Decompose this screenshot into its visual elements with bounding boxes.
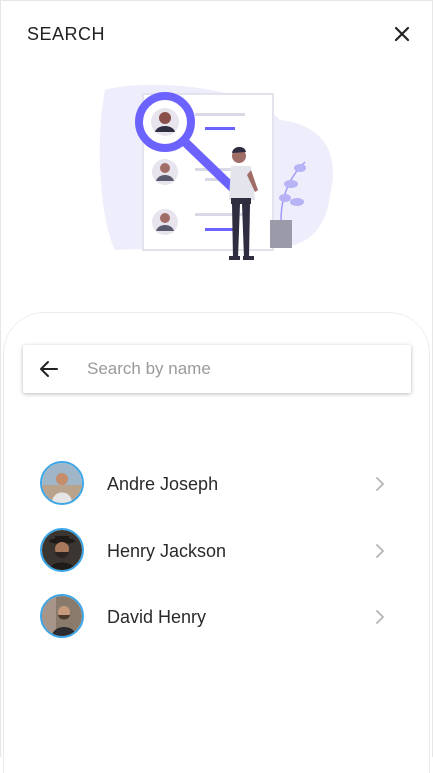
close-icon[interactable] (390, 22, 414, 46)
avatar (40, 594, 84, 638)
search-bar (23, 345, 411, 393)
arrow-left-icon[interactable] (37, 357, 61, 381)
avatar (40, 461, 84, 505)
chevron-right-icon (372, 475, 388, 493)
page-title: SEARCH (27, 24, 106, 44)
chevron-right-icon (372, 542, 388, 560)
search-illustration (95, 80, 340, 270)
search-input[interactable] (87, 355, 387, 383)
person-name: Henry Jackson (107, 541, 227, 561)
avatar (40, 528, 84, 572)
list-item[interactable]: Andre Joseph (30, 455, 400, 513)
header: SEARCH (0, 0, 433, 70)
list-item[interactable]: Henry Jackson (30, 522, 400, 580)
person-name: David Henry (107, 607, 207, 627)
person-name: Andre Joseph (107, 474, 219, 494)
list-item[interactable]: David Henry (30, 588, 400, 646)
chevron-right-icon (372, 608, 388, 626)
